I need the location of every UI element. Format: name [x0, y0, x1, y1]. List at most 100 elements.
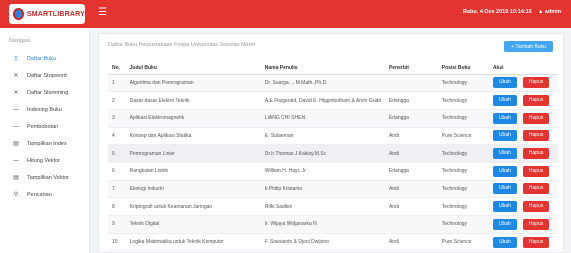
table-row: 6 Rangkaian Listrik William H. Hayt, Jr Erl… [108, 162, 558, 181]
topbar-right: Rabu, 4 Des 2019 10:14:16 ▲ admin [463, 9, 561, 15]
table-row: 4 Konsep dan Aplikasi Statika E. Sulaeman A… [108, 127, 558, 146]
table-row: 2 Dasar-dasar Elektro Teknik A.E Fitzgeral… [108, 91, 558, 110]
delete-button[interactable]: Hapus [522, 148, 550, 160]
sidebar-item-label: Indexing Buku [27, 106, 62, 113]
table-row: 7 Ekologi Industri Ir.Philip Kristanto Andi… [108, 180, 558, 199]
sidebar-item-label: Daftar Buku [27, 55, 57, 62]
cell-penulis: F. Soesianto & Djoni Dwijono [260, 233, 385, 252]
cell-no: 9 [108, 215, 126, 234]
sidebar-item-indexing-buku[interactable]: — Indexing Buku [0, 101, 89, 118]
cell-no: 2 [108, 91, 126, 110]
sidebar-item-label: Pencarian [27, 191, 52, 198]
book-icon: ▯ [14, 56, 18, 62]
cell-aksi: Ubah Hapus [488, 180, 558, 199]
table-row: 8 Kriptografi untuk Keamanan Jaringan Rifk… [108, 197, 558, 216]
cell-penerbit: Erlangga [384, 91, 438, 110]
sidebar-item-daftar-stemming[interactable]: ✕ Daftar Stemming [0, 84, 89, 101]
top-navbar: SMARTLIBRARY ☰ Rabu, 4 Des 2019 10:14:16… [0, 0, 571, 28]
brand-name: SMARTLIBRARY [26, 10, 85, 18]
sidebar-item-daftar-buku[interactable]: ▯ Daftar Buku [0, 50, 89, 67]
datetime-display: Rabu, 4 Des 2019 10:14:16 [463, 9, 532, 15]
cell-judul: Rangkaian Listrik [125, 162, 261, 181]
edit-button[interactable]: Ubah [492, 236, 517, 248]
column-header-no: No. [108, 63, 126, 75]
edit-button[interactable]: Ubah [492, 77, 517, 89]
delete-button[interactable]: Hapus [522, 165, 550, 177]
close-icon: ✕ [13, 73, 19, 79]
edit-button[interactable]: Ubah [492, 112, 517, 124]
column-header-penulis: Nama Penulis [260, 63, 385, 75]
table-row: 5 Pemrograman Linier Dr.Ir.Thomas J.Kakiay… [108, 144, 558, 163]
cell-no: 5 [108, 144, 126, 163]
hamburger-menu-icon[interactable]: ☰ [98, 8, 107, 18]
delete-button[interactable]: Hapus [522, 95, 550, 107]
cell-aksi: Ubah Hapus [488, 215, 558, 234]
cell-posisi: Technology [437, 91, 489, 110]
delete-button[interactable]: Hapus [522, 201, 550, 213]
cell-aksi: Ubah Hapus [488, 109, 558, 128]
cell-posisi: Pure Science [437, 127, 489, 146]
cell-judul: Dasar-dasar Elektro Teknik [125, 91, 261, 110]
cell-no: 6 [108, 162, 126, 181]
sidebar-item-tampilkan-vektor[interactable]: ▤ Tampilkan Vektor [0, 169, 89, 186]
table-header-row: No. Judul Buku Nama Penulis Penerbit Pos… [108, 63, 558, 75]
cell-aksi: Ubah Hapus [488, 162, 558, 181]
sidebar-item-pencarian[interactable]: ⚲ Pencarian [0, 186, 89, 203]
cell-penulis: William H. Hayt, Jr [260, 162, 385, 181]
column-header-penerbit: Penerbit [384, 63, 438, 75]
delete-button[interactable]: Hapus [522, 218, 550, 230]
table-row: 3 Aplikasi Elektromagnetik LIANG CHI SHEN E… [108, 109, 558, 128]
edit-button[interactable]: Ubah [492, 218, 517, 230]
cell-no: 8 [108, 197, 126, 216]
brand-logo[interactable]: SMARTLIBRARY [9, 4, 85, 24]
cell-penerbit [384, 74, 438, 93]
user-menu[interactable]: ▲ admin [538, 9, 561, 15]
cell-posisi: Technology [437, 74, 489, 93]
delete-button[interactable]: Hapus [522, 183, 550, 195]
add-book-button[interactable]: + Tambah Buku [504, 41, 553, 52]
cell-penerbit: Erlangga [384, 109, 438, 128]
dash-icon: — [13, 157, 19, 164]
cell-judul: Algoritma dan Pemrograman [125, 74, 261, 93]
delete-button[interactable]: Hapus [522, 130, 550, 142]
table-row: 9 Teknik Digital Ir. Wijaya Widjanarka N Te… [108, 215, 558, 234]
cell-penerbit: Andi [384, 233, 438, 252]
sidebar-item-hitung-vektor[interactable]: — Hitung Vektor [0, 152, 89, 169]
cell-penulis: Ir.Philip Kristanto [260, 180, 385, 199]
cell-penulis: Dr.Ir.Thomas J.Kakiay,M.Sc [260, 144, 385, 163]
delete-button[interactable]: Hapus [522, 77, 550, 89]
edit-button[interactable]: Ubah [492, 165, 517, 177]
cell-judul: Ekologi Industri [125, 180, 261, 199]
delete-button[interactable]: Hapus [522, 236, 550, 248]
cell-penerbit: Erlangga [384, 162, 438, 181]
user-icon: ▲ [537, 9, 544, 15]
cell-no: 1 [108, 74, 126, 93]
cell-posisi: Technology [437, 197, 489, 216]
cell-judul: Logika Matematika untuk Teknik Komputer [125, 233, 261, 252]
table-row: 1 Algoritma dan Pemrograman Dr. Suarga, .,… [108, 74, 558, 93]
cell-posisi: Technology [437, 144, 489, 163]
edit-button[interactable]: Ubah [492, 130, 517, 142]
sidebar-item-pembobotan[interactable]: — Pembobotan [0, 118, 89, 135]
column-header-judul: Judul Buku [125, 63, 261, 75]
sidebar-item-label: Pembobotan [27, 123, 59, 130]
table-icon: ▤ [13, 141, 19, 147]
library-logo-icon [13, 8, 24, 20]
cell-judul: Konsep dan Aplikasi Statika [125, 127, 261, 146]
sidebar-item-label: Hitung Vektor [27, 157, 61, 164]
edit-button[interactable]: Ubah [492, 148, 517, 160]
cell-penerbit: Andi [384, 127, 438, 146]
cell-aksi: Ubah Hapus [488, 91, 558, 110]
cell-no: 3 [108, 109, 126, 128]
cell-judul: Aplikasi Elektromagnetik [125, 109, 261, 128]
edit-button[interactable]: Ubah [492, 201, 517, 213]
edit-button[interactable]: Ubah [492, 95, 517, 107]
delete-button[interactable]: Hapus [522, 112, 550, 124]
sidebar-item-label: Daftar Stopword [27, 72, 67, 79]
sidebar-item-tampilkan-index[interactable]: ▤ Tampilkan Index [0, 135, 89, 152]
sidebar-item-daftar-stopword[interactable]: ✕ Daftar Stopword [0, 67, 89, 84]
cell-judul: Teknik Digital [125, 215, 261, 234]
cell-penerbit [384, 215, 438, 234]
cell-posisi: Technology [437, 215, 489, 234]
edit-button[interactable]: Ubah [492, 183, 517, 195]
